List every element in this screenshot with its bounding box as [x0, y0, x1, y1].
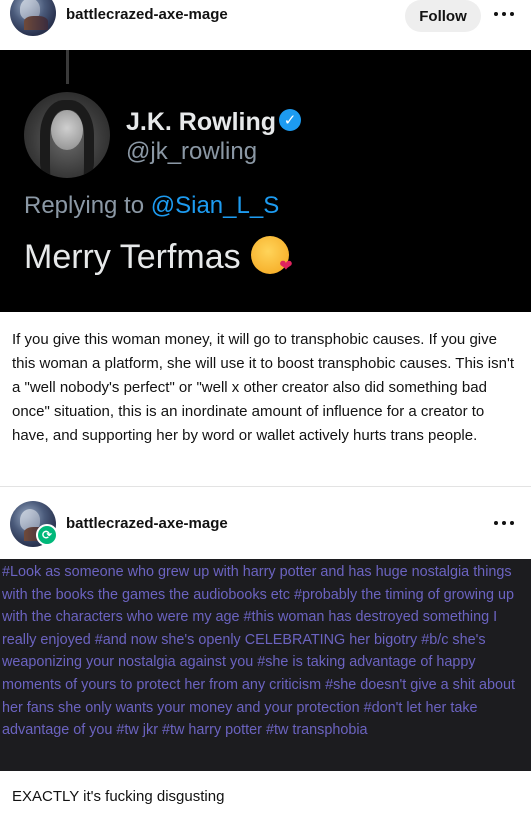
replying-mention: @Sian_L_S [150, 192, 280, 219]
tags-block: #Look as someone who grew up with harry … [0, 559, 531, 771]
verified-badge-icon: ✓ [279, 109, 301, 131]
post-header: battlecrazed-axe-mage Follow [0, 0, 531, 48]
avatar[interactable] [10, 0, 56, 36]
face-blowing-a-kiss-icon [250, 236, 293, 276]
tweet-text-content: Merry Terfmas [24, 238, 241, 276]
follow-button[interactable]: Follow [405, 0, 481, 32]
tweet-screenshot: J.K. Rowling @jk_rowling Replying to @Si… [0, 50, 531, 312]
tweet-author-name: J.K. Rowling [126, 108, 276, 136]
username[interactable]: battlecrazed-axe-mage [66, 6, 228, 23]
tweet-text: Merry Terfmas [24, 236, 293, 277]
more-options-icon[interactable] [494, 520, 514, 526]
post-body: If you give this woman money, it will go… [12, 331, 514, 444]
more-options-icon[interactable] [494, 11, 514, 17]
reblog-icon: ⟳ [36, 524, 58, 546]
reblog-comment: EXACTLY it's fucking disgusting [12, 788, 225, 805]
divider [0, 486, 531, 487]
thread-line [66, 50, 69, 84]
replying-prefix: Replying to [24, 192, 145, 219]
replying-to: Replying to @Sian_L_S [24, 192, 279, 220]
tags-text: #Look as someone who grew up with harry … [2, 564, 516, 739]
tweet-avatar [24, 92, 110, 178]
reblogger-username[interactable]: battlecrazed-axe-mage [66, 515, 228, 532]
tweet-author-handle: @jk_rowling [126, 138, 258, 165]
